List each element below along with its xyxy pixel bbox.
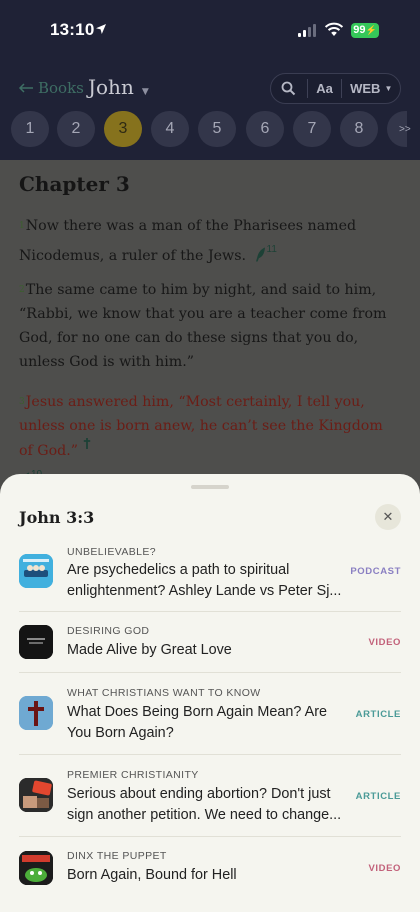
divider — [19, 672, 401, 673]
resource-type-badge: VIDEO — [368, 863, 401, 874]
chevron-down-icon: ▼ — [141, 87, 149, 97]
status-bar: 13:10 99⚡ — [0, 0, 420, 62]
version-selector[interactable]: WEB ▼ — [342, 74, 400, 103]
video-thumbnail — [19, 851, 53, 885]
reader-tools: Aa WEB ▼ — [270, 73, 401, 104]
quill-note-icon — [255, 247, 265, 262]
resource-item[interactable]: WHAT CHRISTIANS WANT TO KNOW What Does B… — [19, 678, 401, 754]
signal-icon — [298, 24, 316, 37]
chapter-chip[interactable]: 7 — [293, 111, 331, 147]
chapter-title: Chapter 3 — [19, 172, 130, 196]
verse-resources-sheet: John 3:3 ✕ UNBELIEVABLE? Are psychedelic… — [0, 474, 420, 912]
back-arrow-icon — [18, 83, 33, 93]
sheet-title: John 3:3 — [19, 508, 95, 527]
notes-count: 11 — [266, 244, 277, 255]
article-thumbnail — [19, 696, 53, 730]
divider — [19, 836, 401, 837]
resource-title: Serious about ending abortion? Don't jus… — [67, 786, 342, 823]
chevron-down-icon: ▼ — [384, 84, 393, 93]
close-icon: ✕ — [382, 509, 394, 524]
resource-item[interactable]: DESIRING GOD Made Alive by Great Love VI… — [19, 614, 401, 674]
search-icon — [281, 81, 296, 96]
location-arrow-icon — [96, 24, 106, 34]
wifi-icon — [324, 22, 344, 36]
verse-1[interactable]: 1Now there was a man of the Pharisees na… — [19, 214, 389, 268]
notes-indicator[interactable]: 11 — [255, 238, 277, 262]
verse-number: 2 — [19, 285, 25, 295]
resource-source: DINX THE PUPPET — [67, 850, 167, 862]
resource-source: DESIRING GOD — [67, 625, 150, 637]
battery-level: 99 — [353, 24, 366, 36]
resource-source: PREMIER CHRISTIANITY — [67, 769, 199, 781]
podcast-thumbnail — [19, 554, 53, 588]
search-button[interactable] — [271, 74, 307, 103]
resource-title: Are psychedelics a path to spiritual enl… — [67, 562, 342, 599]
chapter-chip[interactable]: 2 — [57, 111, 95, 147]
sheet-drag-handle[interactable] — [191, 485, 229, 489]
more-chapters-button[interactable]: >> — [399, 124, 411, 135]
verse-text-red-letter: Jesus answered him, “Most certainly, I t… — [19, 394, 383, 459]
resource-title: Born Again, Bound for Hell — [67, 867, 237, 883]
app-header: 13:10 99⚡ Books John ▼ Aa WEB ▼ 1 2 3 4 … — [0, 0, 420, 160]
resource-item[interactable]: DINX THE PUPPET Born Again, Bound for He… — [19, 842, 401, 902]
chapter-chip[interactable]: 1 — [11, 111, 49, 147]
text-size-button[interactable]: Aa — [308, 74, 342, 103]
chapter-chip[interactable]: 4 — [151, 111, 189, 147]
verse-number: 1 — [19, 221, 25, 231]
chapter-chip[interactable]: 8 — [340, 111, 378, 147]
verse-2[interactable]: 2The same came to him by night, and said… — [19, 278, 389, 374]
resource-item[interactable]: UNBELIEVABLE? Are psychedelics a path to… — [19, 540, 401, 604]
battery-icon: 99⚡ — [351, 23, 379, 38]
back-books-button[interactable]: Books — [18, 79, 84, 97]
divider — [19, 611, 401, 612]
resource-item[interactable]: PREMIER CHRISTIANITY Serious about endin… — [19, 760, 401, 836]
cross-icon[interactable] — [83, 438, 91, 449]
chapter-chip[interactable]: 5 — [198, 111, 236, 147]
video-thumbnail — [19, 625, 53, 659]
verse-text: The same came to him by night, and said … — [19, 282, 387, 370]
divider — [19, 754, 401, 755]
resource-type-badge: VIDEO — [368, 637, 401, 648]
close-button[interactable]: ✕ — [375, 504, 401, 530]
resource-source: WHAT CHRISTIANS WANT TO KNOW — [67, 687, 261, 699]
status-time: 13:10 — [50, 20, 95, 39]
version-label: WEB — [350, 81, 381, 96]
resource-type-badge: PODCAST — [350, 566, 401, 577]
bible-reading-area: Chapter 3 1Now there was a man of the Ph… — [0, 160, 420, 487]
resource-title: Made Alive by Great Love — [67, 642, 232, 658]
back-label: Books — [38, 79, 84, 97]
article-thumbnail — [19, 778, 53, 812]
verse-text: Now there was a man of the Pharisees nam… — [19, 218, 357, 264]
chapter-picker: 1 2 3 4 5 6 7 8 >> — [0, 111, 420, 147]
chapter-chip-active[interactable]: 3 — [104, 111, 142, 147]
resource-source: UNBELIEVABLE? — [67, 546, 157, 558]
nav-bar: Books John ▼ Aa WEB ▼ — [0, 70, 420, 110]
resource-type-badge: ARTICLE — [355, 791, 401, 802]
resource-title: What Does Being Born Again Mean? Are You… — [67, 704, 327, 741]
verse-number: 3 — [19, 397, 25, 407]
book-selector[interactable]: John ▼ — [88, 75, 149, 99]
chapter-chip[interactable]: 6 — [246, 111, 284, 147]
book-name: John — [88, 75, 134, 99]
resource-type-badge: ARTICLE — [355, 709, 401, 720]
